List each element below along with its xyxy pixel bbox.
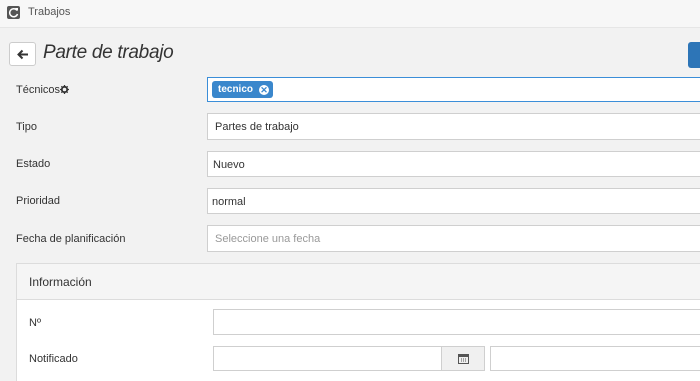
tecnicos-field[interactable]: tecnico ✕ [207, 77, 700, 102]
notificado-date-input[interactable] [213, 346, 442, 371]
remove-tag-icon[interactable]: ✕ [259, 85, 270, 95]
back-button[interactable] [9, 42, 36, 66]
calendar-button[interactable] [441, 346, 485, 371]
prioridad-select[interactable]: normal [207, 188, 700, 214]
app-title: Trabajos [28, 6, 71, 18]
informacion-panel: Información Nº Notificado [16, 263, 700, 381]
tipo-value: Partes de trabajo [215, 121, 299, 133]
fecha-label: Fecha de planificación [16, 233, 126, 245]
arrow-left-icon [17, 49, 28, 60]
fecha-input[interactable]: Seleccione una fecha [207, 225, 700, 252]
gear-icon[interactable] [60, 85, 69, 94]
primary-action-button[interactable] [688, 42, 700, 68]
prioridad-label: Prioridad [16, 195, 61, 207]
estado-value: Nuevo [213, 159, 245, 171]
numero-label: Nº [29, 317, 41, 329]
notificado-label: Notificado [29, 353, 78, 365]
refresh-icon[interactable] [7, 6, 20, 19]
page-title: Parte de trabajo [43, 42, 174, 63]
tecnicos-label: Técnicos [16, 84, 61, 96]
tecnico-tag[interactable]: tecnico ✕ [212, 81, 274, 98]
tag-label: tecnico [218, 84, 254, 95]
fecha-placeholder: Seleccione una fecha [215, 233, 321, 245]
estado-select[interactable]: Nuevo [207, 151, 700, 177]
notificado-second-input[interactable] [490, 346, 700, 371]
tipo-select[interactable]: Partes de trabajo [207, 113, 700, 140]
tipo-label: Tipo [16, 121, 37, 133]
estado-label: Estado [16, 158, 51, 170]
top-bar: Trabajos [0, 0, 700, 28]
numero-input[interactable] [213, 309, 700, 335]
panel-header: Información [17, 264, 700, 300]
prioridad-value: normal [212, 196, 246, 208]
calendar-icon [458, 354, 469, 364]
panel-title: Información [29, 275, 92, 289]
